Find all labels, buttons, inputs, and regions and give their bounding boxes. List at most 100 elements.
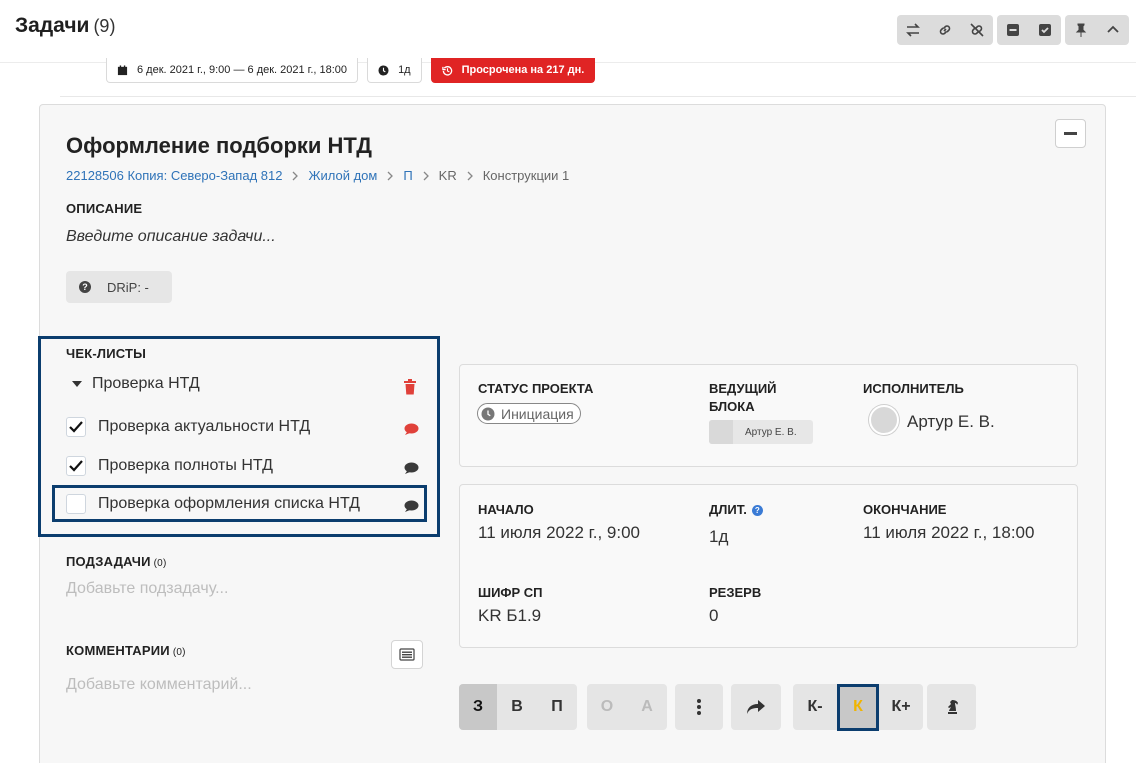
lead-user-name: Артур Е. В.: [745, 426, 797, 438]
previous-task-meta: 6 дек. 2021 г., 9:00 — 6 дек. 2021 г., 1…: [106, 58, 604, 83]
date-range-chip: 6 дек. 2021 г., 9:00 — 6 дек. 2021 г., 1…: [106, 58, 359, 83]
comment-icon[interactable]: [404, 500, 419, 512]
checklist-item[interactable]: Проверка полноты НТД: [66, 456, 273, 476]
collapse-task-button[interactable]: [1055, 119, 1086, 148]
swap-button[interactable]: [897, 15, 929, 45]
overdue-text: Просрочена на 217 дн.: [461, 64, 585, 76]
status-button-group-2: О А: [587, 684, 667, 730]
chevron-right-icon: [423, 171, 429, 180]
end-label: ОКОНЧАНИЕ: [863, 502, 947, 517]
executor-name[interactable]: Артур Е. В.: [907, 412, 995, 432]
comments-label: КОММЕНТАРИИ (0): [66, 643, 186, 658]
minus-icon: [1064, 132, 1077, 135]
more-button[interactable]: [675, 684, 723, 730]
status-o-button[interactable]: О: [587, 684, 627, 730]
status-a-button[interactable]: А: [627, 684, 667, 730]
chevron-up-icon: [1107, 25, 1119, 33]
extra-button-group: [927, 684, 976, 730]
header-tool-group-links: [897, 15, 993, 45]
k-button[interactable]: К: [840, 685, 876, 728]
breadcrumb-project[interactable]: 22128506 Копия: Северо-Запад 812: [66, 168, 282, 183]
share-button-group: [731, 684, 781, 730]
status-button-group: З В П: [459, 684, 577, 730]
collapse-panel-button[interactable]: [1097, 15, 1129, 45]
lead-label-line1: ВЕДУЩИЙ: [709, 381, 777, 396]
status-label: СТАТУС ПРОЕКТА: [478, 381, 594, 396]
code-label: ШИФР СП: [478, 585, 543, 600]
comments-view-button[interactable]: [391, 640, 423, 669]
checkbox-checked[interactable]: [66, 417, 86, 437]
trash-icon[interactable]: [403, 379, 417, 395]
lead-label-line2: БЛОКА: [709, 399, 755, 414]
k-minus-button[interactable]: К-: [793, 684, 837, 730]
duration-label-text: ДЛИТ.: [709, 502, 747, 517]
checklist-item-label: Проверка актуальности НТД: [98, 418, 311, 435]
calendar-icon: [117, 64, 128, 75]
more-vertical-icon: [697, 699, 701, 715]
comment-icon[interactable]: [404, 423, 419, 435]
status-p-button[interactable]: П: [537, 684, 577, 730]
chess-knight-icon: [947, 700, 958, 714]
unlink-button[interactable]: [961, 15, 993, 45]
link-button[interactable]: [929, 15, 961, 45]
checklist-group-header[interactable]: Проверка НТД: [72, 375, 200, 393]
duration-chip: 1д: [367, 58, 422, 83]
k-plus-button[interactable]: К+: [879, 684, 923, 730]
description-label: ОПИСАНИЕ: [66, 201, 143, 216]
check-icon: [69, 421, 83, 433]
comment-icon[interactable]: [404, 462, 419, 474]
start-label: НАЧАЛО: [478, 502, 534, 517]
chevron-right-icon: [293, 171, 299, 180]
caret-down-icon[interactable]: [72, 381, 82, 387]
checklist-item[interactable]: Проверка оформления списка НТД: [66, 494, 360, 514]
clock-icon: [481, 407, 495, 420]
subtasks-label: ПОДЗАДАЧИ (0): [66, 554, 166, 569]
chess-button[interactable]: [927, 684, 976, 730]
avatar[interactable]: [869, 405, 899, 435]
checklist-item[interactable]: Проверка актуальности НТД: [66, 417, 310, 437]
duration-text: 1д: [398, 64, 411, 76]
help-icon[interactable]: ?: [751, 505, 763, 517]
status-v-button[interactable]: В: [497, 684, 537, 730]
chevron-right-icon: [467, 171, 473, 180]
question-icon: ?: [79, 281, 91, 293]
duration-value[interactable]: 1д: [709, 527, 728, 547]
clock-icon: [378, 64, 389, 76]
description-input[interactable]: Введите описание задачи...: [66, 228, 276, 246]
avatar: [709, 420, 733, 444]
lead-label: ВЕДУЩИЙ БЛОКА: [709, 380, 777, 416]
status-badge[interactable]: Инициация: [477, 403, 581, 424]
check-all-button[interactable]: [1029, 15, 1061, 45]
subtasks-count: (0): [153, 558, 167, 569]
checkbox-checked[interactable]: [66, 456, 86, 476]
task-title[interactable]: Оформление подборки НТД: [66, 133, 372, 159]
checklist-item-label: Проверка полноты НТД: [98, 457, 273, 474]
status-text: Инициация: [501, 405, 574, 422]
minimize-all-button[interactable]: [997, 15, 1029, 45]
page-title-text: Задачи: [15, 14, 90, 37]
date-range-text: 6 дек. 2021 г., 9:00 — 6 дек. 2021 г., 1…: [137, 64, 348, 76]
lead-user-chip[interactable]: Артур Е. В.: [709, 420, 813, 444]
breadcrumb-stage[interactable]: П: [403, 168, 412, 183]
unlink-icon: [970, 23, 984, 37]
share-button[interactable]: [731, 684, 781, 730]
status-z-button[interactable]: З: [459, 684, 497, 730]
start-value[interactable]: 11 июля 2022 г., 9:00: [478, 523, 640, 543]
breadcrumb: 22128506 Копия: Северо-Запад 812 Жилой д…: [66, 168, 569, 183]
end-value[interactable]: 11 июля 2022 г., 18:00: [863, 523, 1034, 543]
duration-label: ДЛИТ.?: [709, 501, 763, 519]
checklist-item-label: Проверка оформления списка НТД: [98, 495, 361, 512]
checklist-group-title: Проверка НТД: [92, 375, 200, 392]
executor-label: ИСПОЛНИТЕЛЬ: [863, 381, 964, 396]
subtask-input[interactable]: Добавьте подзадачу...: [66, 580, 228, 598]
comment-input[interactable]: Добавьте комментарий...: [66, 676, 252, 694]
drip-badge[interactable]: ? DRiP: -: [66, 271, 172, 303]
checkbox-unchecked[interactable]: [66, 494, 86, 514]
dates-info-panel: [459, 484, 1078, 648]
breadcrumb-object[interactable]: Жилой дом: [308, 168, 377, 183]
swap-icon: [906, 23, 920, 37]
reserve-value[interactable]: 0: [709, 606, 718, 626]
pin-button[interactable]: [1065, 15, 1097, 45]
list-icon: [399, 648, 415, 661]
code-value[interactable]: KR Б1.9: [478, 606, 541, 626]
